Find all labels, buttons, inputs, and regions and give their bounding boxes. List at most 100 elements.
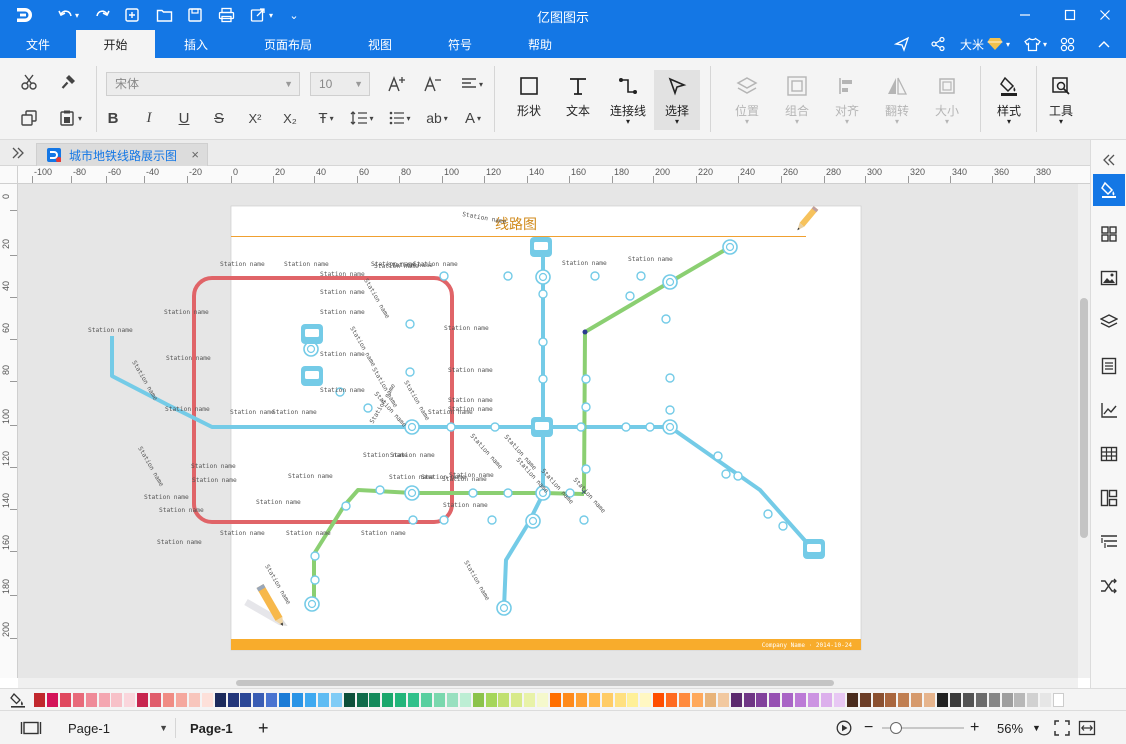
horizontal-scrollbar[interactable] — [18, 678, 1078, 688]
color-swatch[interactable] — [201, 693, 213, 707]
text-tool-button[interactable]: 文本 — [555, 70, 601, 130]
station-node[interactable] — [310, 575, 320, 585]
color-swatch[interactable] — [472, 693, 484, 707]
text-case-icon[interactable]: ab ▾ — [420, 106, 454, 130]
color-swatch[interactable] — [717, 693, 729, 707]
color-swatch[interactable] — [808, 693, 819, 707]
station-node[interactable] — [439, 271, 449, 281]
skin-shirt-icon[interactable]: ▾ — [1024, 34, 1047, 54]
interchange-station-inner[interactable] — [306, 344, 316, 354]
color-swatch[interactable] — [433, 693, 445, 707]
close-icon[interactable] — [1090, 3, 1120, 27]
interchange-station-inner[interactable] — [307, 599, 317, 609]
station-label[interactable]: Station name — [136, 446, 165, 488]
tab-home[interactable]: 开始 — [76, 30, 155, 58]
color-swatch[interactable] — [46, 693, 58, 707]
document-tab[interactable]: 城市地铁线路展示图 × — [36, 143, 208, 166]
copy-icon[interactable] — [16, 106, 42, 130]
selection-handle[interactable] — [582, 329, 588, 335]
page-select[interactable]: Page-1 ▼ — [68, 711, 168, 744]
color-swatch[interactable] — [175, 693, 187, 707]
station-node[interactable] — [713, 451, 723, 461]
color-swatch[interactable] — [1027, 693, 1039, 707]
station-node[interactable] — [665, 373, 675, 383]
station-node[interactable] — [581, 402, 591, 412]
interchange-station-inner[interactable] — [665, 422, 675, 432]
station-node[interactable] — [721, 469, 731, 479]
collapse-panel-icon[interactable] — [1093, 144, 1125, 176]
color-swatch[interactable] — [898, 693, 910, 707]
image-panel-icon[interactable] — [1093, 262, 1125, 294]
fill-panel-icon[interactable] — [1093, 174, 1125, 206]
station-label[interactable]: Station name — [192, 477, 237, 484]
station-node[interactable] — [621, 422, 631, 432]
station-label[interactable]: Station name — [256, 499, 301, 506]
zoom-in-icon[interactable]: + — [970, 711, 979, 744]
bus-terminal-icon-window[interactable] — [807, 544, 821, 552]
station-label[interactable]: Station name — [320, 271, 365, 278]
station-label[interactable]: Station name — [130, 360, 159, 402]
station-label[interactable]: Station name — [284, 261, 329, 268]
station-node[interactable] — [625, 291, 635, 301]
align-button[interactable]: 对齐 ▾ — [824, 70, 870, 130]
color-swatch[interactable] — [911, 693, 923, 707]
color-swatch[interactable] — [627, 693, 639, 707]
color-swatch[interactable] — [975, 693, 987, 707]
station-node[interactable] — [538, 337, 548, 347]
interchange-station-inner[interactable] — [499, 603, 509, 613]
increase-font-icon[interactable] — [384, 72, 410, 96]
decrease-font-icon[interactable] — [420, 72, 446, 96]
station-label[interactable]: Station name — [165, 406, 210, 413]
color-swatch[interactable] — [756, 693, 768, 707]
send-icon[interactable] — [894, 34, 914, 54]
expand-library-icon[interactable] — [10, 145, 26, 161]
close-tab-icon[interactable]: × — [191, 147, 199, 162]
shape-tool-button[interactable]: 形状 — [506, 70, 552, 130]
color-swatch[interactable] — [214, 693, 226, 707]
station-node[interactable] — [503, 488, 513, 498]
color-swatch[interactable] — [885, 693, 897, 707]
station-node[interactable] — [579, 515, 589, 525]
color-swatch[interactable] — [395, 693, 407, 707]
station-node[interactable] — [405, 319, 415, 329]
color-swatch[interactable] — [614, 693, 626, 707]
superscript-icon[interactable]: X² — [242, 106, 268, 130]
color-swatch[interactable] — [859, 693, 871, 707]
interchange-station-inner[interactable] — [407, 422, 417, 432]
tab-symbol[interactable]: 符号 — [436, 30, 484, 58]
color-swatch[interactable] — [846, 693, 858, 707]
color-swatch[interactable] — [691, 693, 703, 707]
color-swatch[interactable] — [769, 693, 781, 707]
share-icon[interactable] — [930, 34, 950, 54]
color-swatch[interactable] — [279, 693, 291, 707]
collapse-ribbon-icon[interactable] — [1098, 34, 1114, 54]
color-swatch[interactable] — [253, 693, 265, 707]
color-swatch[interactable] — [408, 693, 420, 707]
strikethrough-icon[interactable]: S — [206, 106, 232, 130]
line-spacing-icon[interactable]: ▾ — [346, 106, 378, 130]
color-swatch[interactable] — [240, 693, 252, 707]
color-swatch[interactable] — [640, 693, 652, 707]
station-label[interactable]: Station name — [320, 289, 365, 296]
connector-tool-button[interactable]: 连接线 ▾ — [604, 70, 652, 130]
rotate-flip-button[interactable]: 翻转 ▾ — [874, 70, 920, 130]
color-swatch[interactable] — [1014, 693, 1026, 707]
color-swatch[interactable] — [511, 693, 523, 707]
maximize-icon[interactable] — [1055, 3, 1085, 27]
zoom-slider[interactable] — [882, 711, 964, 744]
color-swatch[interactable] — [498, 693, 510, 707]
color-swatch[interactable] — [601, 693, 613, 707]
station-label[interactable]: Station name — [449, 472, 494, 479]
color-swatch[interactable] — [111, 693, 123, 707]
interchange-station-inner[interactable] — [665, 277, 675, 287]
color-swatch[interactable] — [34, 693, 45, 707]
station-node[interactable] — [645, 422, 655, 432]
color-swatch[interactable] — [537, 693, 549, 707]
station-node[interactable] — [408, 515, 418, 525]
color-swatch[interactable] — [550, 693, 561, 707]
color-swatch[interactable] — [163, 693, 174, 707]
station-node[interactable] — [538, 374, 548, 384]
color-swatch[interactable] — [1040, 693, 1052, 707]
color-swatch[interactable] — [962, 693, 974, 707]
station-node[interactable] — [310, 551, 320, 561]
